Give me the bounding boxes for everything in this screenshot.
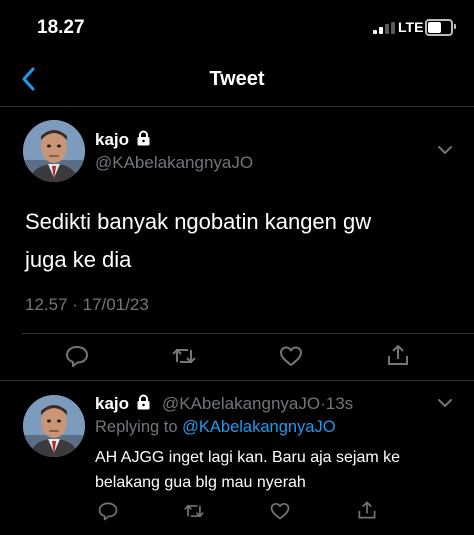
chevron-down-icon xyxy=(438,146,452,154)
reply-icon[interactable] xyxy=(97,500,119,522)
heart-icon[interactable] xyxy=(269,500,291,522)
battery-icon xyxy=(425,19,456,36)
reply-more-options-button[interactable] xyxy=(436,396,454,415)
meta-divider xyxy=(22,333,474,334)
page-title: Tweet xyxy=(209,68,265,90)
share-icon[interactable] xyxy=(356,499,378,521)
author-name[interactable]: kajo xyxy=(95,130,151,150)
tweet-timestamp: 12.57 · 17/01/23 xyxy=(25,295,149,314)
heart-icon[interactable] xyxy=(278,343,304,369)
tweet-text-line: juga ke dia xyxy=(25,247,132,272)
replying-to-prefix: Replying to xyxy=(95,418,183,436)
network-label: LTE xyxy=(398,19,424,35)
reply-icon[interactable] xyxy=(64,343,90,369)
profile-photo xyxy=(23,120,85,182)
header-divider xyxy=(0,106,474,107)
reply-author-name[interactable]: kajo xyxy=(95,394,151,414)
signal-icon xyxy=(373,22,395,34)
more-options-button[interactable] xyxy=(436,143,454,162)
author-name-text: kajo xyxy=(95,130,130,149)
retweet-icon[interactable] xyxy=(183,500,205,522)
reply-avatar[interactable] xyxy=(23,395,85,457)
tweet-text: Sedikti banyak ngobatin kangen gw juga k… xyxy=(25,203,445,279)
replying-to: Replying to @KAbelakangnyaJO xyxy=(95,418,336,437)
reply-text-line: AH AJGG inget lagi kan. Baru aja sejam k… xyxy=(95,449,401,466)
profile-photo xyxy=(23,395,85,457)
reply-text-line: belakang gua blg mau nyerah xyxy=(95,474,306,491)
author-handle[interactable]: @KAbelakangnyaJO xyxy=(95,153,253,173)
lock-icon xyxy=(137,394,150,410)
reply-handle-time[interactable]: @KAbelakangnyaJO·13s xyxy=(162,394,353,414)
tweet-text-line: Sedikti banyak ngobatin kangen gw xyxy=(25,209,372,234)
share-icon[interactable] xyxy=(385,342,411,368)
chevron-down-icon xyxy=(438,399,452,407)
reply-actions xyxy=(0,500,474,524)
avatar[interactable] xyxy=(23,120,85,182)
reply-text: AH AJGG inget lagi kan. Baru aja sejam k… xyxy=(95,445,460,495)
lock-icon xyxy=(137,130,150,146)
replying-to-mention[interactable]: @KAbelakangnyaJO xyxy=(182,418,335,436)
tweet-divider xyxy=(0,380,474,381)
reply-author-name-text: kajo xyxy=(95,394,130,413)
tweet-actions xyxy=(0,340,474,372)
status-time: 18.27 xyxy=(37,17,85,38)
retweet-icon[interactable] xyxy=(171,343,197,369)
